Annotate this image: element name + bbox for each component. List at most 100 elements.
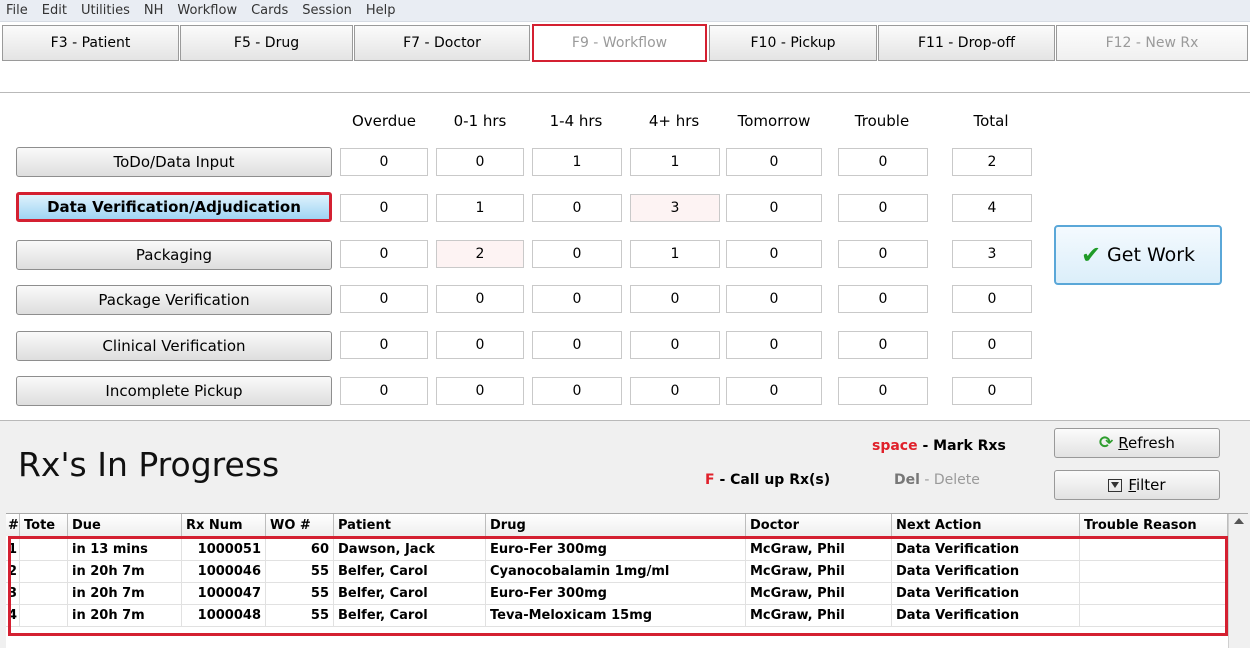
table-cell-next-action[interactable]: Data Verification	[892, 561, 1080, 583]
header-tote[interactable]: Tote	[20, 514, 68, 536]
count-cell: 3	[630, 194, 720, 222]
table-cell-drug[interactable]: Teva-Meloxicam 15mg	[486, 605, 746, 627]
clinical-verification-button[interactable]: Clinical Verification	[16, 331, 332, 361]
table-row-num[interactable]: 1	[6, 539, 20, 561]
count-cell: 0	[838, 194, 928, 222]
count-cell: 0	[726, 285, 822, 313]
incomplete-pickup-button[interactable]: Incomplete Pickup	[16, 376, 332, 406]
table-row-num[interactable]: 2	[6, 561, 20, 583]
menu-session[interactable]: Session	[302, 3, 352, 18]
header-rx-num[interactable]: Rx Num	[182, 514, 266, 536]
scroll-up-icon[interactable]	[1234, 518, 1244, 524]
table-cell-due[interactable]: in 20h 7m	[68, 561, 182, 583]
menu-utilities[interactable]: Utilities	[81, 3, 130, 18]
header-num[interactable]: #	[6, 514, 20, 536]
menu-bar: File Edit Utilities NH Workflow Cards Se…	[0, 0, 1250, 22]
table-cell-drug[interactable]: Cyanocobalamin 1mg/ml	[486, 561, 746, 583]
table-cell-wo[interactable]: 55	[266, 561, 334, 583]
count-cell: 0	[838, 331, 928, 359]
table-cell-rx-num[interactable]: 1000046	[182, 561, 266, 583]
count-cell: 0	[532, 194, 622, 222]
col-total: Total	[973, 112, 1009, 130]
table-cell-doctor[interactable]: McGraw, Phil	[746, 561, 892, 583]
table-cell-trouble-reason[interactable]	[1080, 605, 1228, 627]
get-work-button[interactable]: ✔ Get Work	[1054, 225, 1222, 285]
f7-doctor-button[interactable]: F7 - Doctor	[354, 25, 530, 61]
menu-file[interactable]: File	[6, 3, 28, 18]
f9-workflow-button[interactable]: F9 - Workflow	[532, 24, 707, 62]
count-cell: 0	[726, 331, 822, 359]
count-cell: 0	[436, 331, 524, 359]
header-drug[interactable]: Drug	[486, 514, 746, 536]
refresh-button[interactable]: ⟳ Refresh	[1054, 428, 1220, 458]
f11-dropoff-button[interactable]: F11 - Drop-off	[878, 25, 1055, 61]
f3-patient-button[interactable]: F3 - Patient	[2, 25, 179, 61]
table-cell-wo[interactable]: 55	[266, 605, 334, 627]
todo-data-input-button[interactable]: ToDo/Data Input	[16, 147, 332, 177]
table-cell-tote[interactable]	[20, 561, 68, 583]
count-cell: 0	[726, 194, 822, 222]
table-cell-next-action[interactable]: Data Verification	[892, 539, 1080, 561]
menu-workflow[interactable]: Workflow	[177, 3, 237, 18]
filter-icon	[1108, 478, 1123, 492]
count-cell: 1	[436, 194, 524, 222]
table-cell-patient[interactable]: Belfer, Carol	[334, 561, 486, 583]
table-cell-doctor[interactable]: McGraw, Phil	[746, 539, 892, 561]
filter-button[interactable]: Filter	[1054, 470, 1220, 500]
header-next-action[interactable]: Next Action	[892, 514, 1080, 536]
table-cell-doctor[interactable]: McGraw, Phil	[746, 605, 892, 627]
header-doctor[interactable]: Doctor	[746, 514, 892, 536]
count-cell: 0	[340, 148, 428, 176]
menu-edit[interactable]: Edit	[42, 3, 67, 18]
count-cell: 0	[340, 331, 428, 359]
table-cell-drug[interactable]: Euro-Fer 300mg	[486, 539, 746, 561]
f12-new-rx-button[interactable]: F12 - New Rx	[1056, 25, 1248, 61]
table-cell-doctor[interactable]: McGraw, Phil	[746, 583, 892, 605]
menu-help[interactable]: Help	[366, 3, 396, 18]
table-cell-tote[interactable]	[20, 605, 68, 627]
table-row-num[interactable]: 3	[6, 583, 20, 605]
table-cell-tote[interactable]	[20, 539, 68, 561]
table-cell-patient[interactable]: Dawson, Jack	[334, 539, 486, 561]
table-cell-patient[interactable]: Belfer, Carol	[334, 605, 486, 627]
table-cell-due[interactable]: in 13 mins	[68, 539, 182, 561]
rx-table: # Tote Due Rx Num WO # Patient Drug Doct…	[6, 513, 1248, 648]
table-cell-rx-num[interactable]: 1000051	[182, 539, 266, 561]
menu-nh[interactable]: NH	[144, 3, 164, 18]
f5-drug-button[interactable]: F5 - Drug	[180, 25, 353, 61]
table-cell-drug[interactable]: Euro-Fer 300mg	[486, 583, 746, 605]
count-cell: 0	[630, 285, 720, 313]
f10-pickup-button[interactable]: F10 - Pickup	[709, 25, 877, 61]
table-cell-next-action[interactable]: Data Verification	[892, 605, 1080, 627]
table-cell-patient[interactable]: Belfer, Carol	[334, 583, 486, 605]
col-1-4-hrs: 1-4 hrs	[549, 112, 603, 130]
header-due[interactable]: Due	[68, 514, 182, 536]
table-cell-trouble-reason[interactable]	[1080, 561, 1228, 583]
count-cell: 0	[838, 148, 928, 176]
hint-delete: Del - Delete	[894, 472, 980, 488]
count-cell: 0	[436, 285, 524, 313]
count-cell: 0	[838, 285, 928, 313]
table-row-num[interactable]: 4	[6, 605, 20, 627]
table-cell-trouble-reason[interactable]	[1080, 539, 1228, 561]
data-verification-adjudication-button[interactable]: Data Verification/Adjudication	[16, 192, 332, 222]
count-cell: 0	[838, 240, 928, 268]
menu-cards[interactable]: Cards	[251, 3, 288, 18]
table-cell-next-action[interactable]: Data Verification	[892, 583, 1080, 605]
table-cell-due[interactable]: in 20h 7m	[68, 583, 182, 605]
table-scrollbar[interactable]	[1228, 514, 1248, 648]
table-cell-rx-num[interactable]: 1000047	[182, 583, 266, 605]
header-trouble-reason[interactable]: Trouble Reason	[1080, 514, 1228, 536]
table-cell-trouble-reason[interactable]	[1080, 583, 1228, 605]
table-cell-due[interactable]: in 20h 7m	[68, 605, 182, 627]
packaging-button[interactable]: Packaging	[16, 240, 332, 270]
table-cell-tote[interactable]	[20, 583, 68, 605]
table-cell-rx-num[interactable]: 1000048	[182, 605, 266, 627]
header-patient[interactable]: Patient	[334, 514, 486, 536]
count-cell: 0	[952, 331, 1032, 359]
table-cell-wo[interactable]: 55	[266, 583, 334, 605]
table-cell-wo[interactable]: 60	[266, 539, 334, 561]
header-wo[interactable]: WO #	[266, 514, 334, 536]
package-verification-button[interactable]: Package Verification	[16, 285, 332, 315]
count-cell: 1	[630, 240, 720, 268]
